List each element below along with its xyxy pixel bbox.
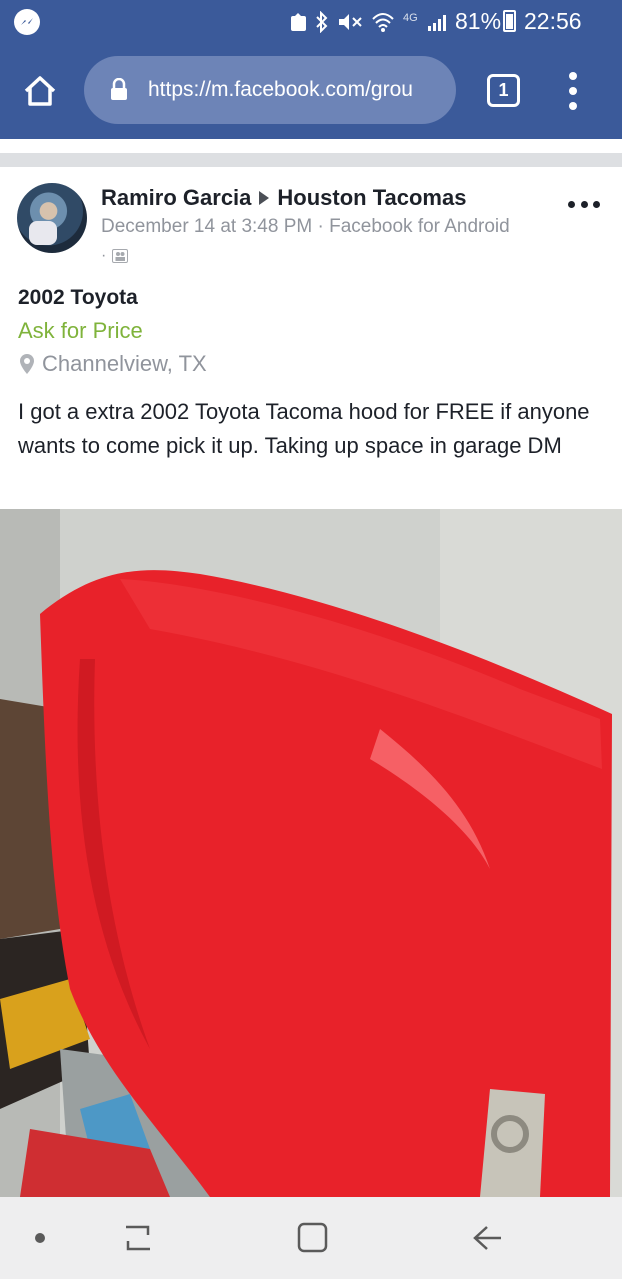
cast-icon [291,13,306,31]
tab-switcher-button[interactable]: 1 [487,74,520,107]
overflow-menu-icon[interactable] [566,72,580,110]
network-type: 4G [403,12,418,24]
listing-title: 2002 Toyota [18,286,138,309]
nav-home-icon[interactable] [296,1221,330,1255]
back-icon[interactable] [467,1221,507,1255]
post-body: I got a extra 2002 Toyota Tacoma hood fo… [18,399,590,458]
post-meta[interactable]: December 14 at 3:48 PM · Facebook for An… [101,216,510,238]
wifi-icon [372,13,394,32]
bluetooth-icon [316,11,328,33]
post-photo[interactable] [0,509,622,1197]
location-text: Channelview, TX [42,351,207,376]
battery-percent: 81% [455,8,502,34]
location-pin-icon [20,354,34,374]
listing-price: Ask for Price [18,318,143,343]
arrow-right-icon [259,191,270,206]
status-bar: 4G 81% 22:56 [0,0,622,44]
system-nav-bar [0,1197,622,1279]
signal-icon [427,15,446,31]
feed-divider [0,153,622,167]
post-options-icon[interactable] [568,201,600,211]
battery-icon [503,10,516,32]
home-icon[interactable] [22,73,58,109]
nav-dot-indicator[interactable] [35,1233,45,1243]
recent-apps-icon[interactable] [118,1221,158,1255]
group-audience-icon [112,249,129,263]
url-field[interactable]: https://m.facebook.com/grou [84,56,456,124]
lock-icon [111,78,127,100]
messenger-icon [14,9,40,35]
listing-location: Channelview, TX [18,351,207,377]
browser-toolbar: https://m.facebook.com/grou 1 [0,44,622,139]
author-name[interactable]: Ramiro Garcia [101,185,251,210]
status-icons: 4G [290,10,450,34]
clock: 22:56 [524,8,582,34]
group-name[interactable]: Houston Tacomas [277,185,466,210]
post-header: Ramiro Garcia Houston Tacomas [101,185,466,211]
url-text: https://m.facebook.com/grou [148,78,413,101]
previous-post-edge [0,139,622,153]
avatar[interactable] [17,183,87,253]
meta-separator: · [101,247,107,264]
mute-icon [339,14,362,30]
audience: · [101,247,129,265]
marketplace-post: Ramiro Garcia Houston Tacomas December 14… [0,167,622,1197]
